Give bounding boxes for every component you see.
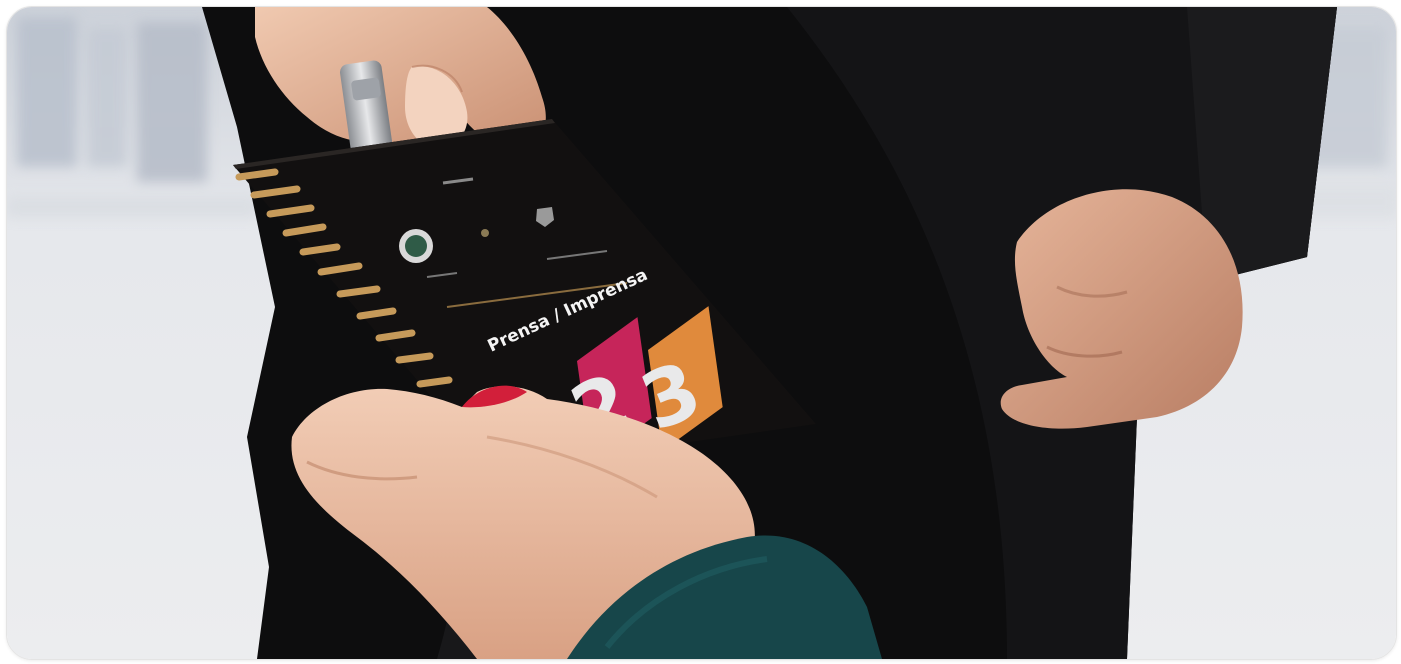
right-hand (1000, 189, 1243, 429)
press-badge-photo: Prensa / Imprensa 2 3 (7, 7, 1396, 659)
badge-logo-center (481, 229, 489, 237)
badge-logo-left (399, 229, 433, 263)
photo-frame: Prensa / Imprensa 2 3 (6, 6, 1397, 660)
